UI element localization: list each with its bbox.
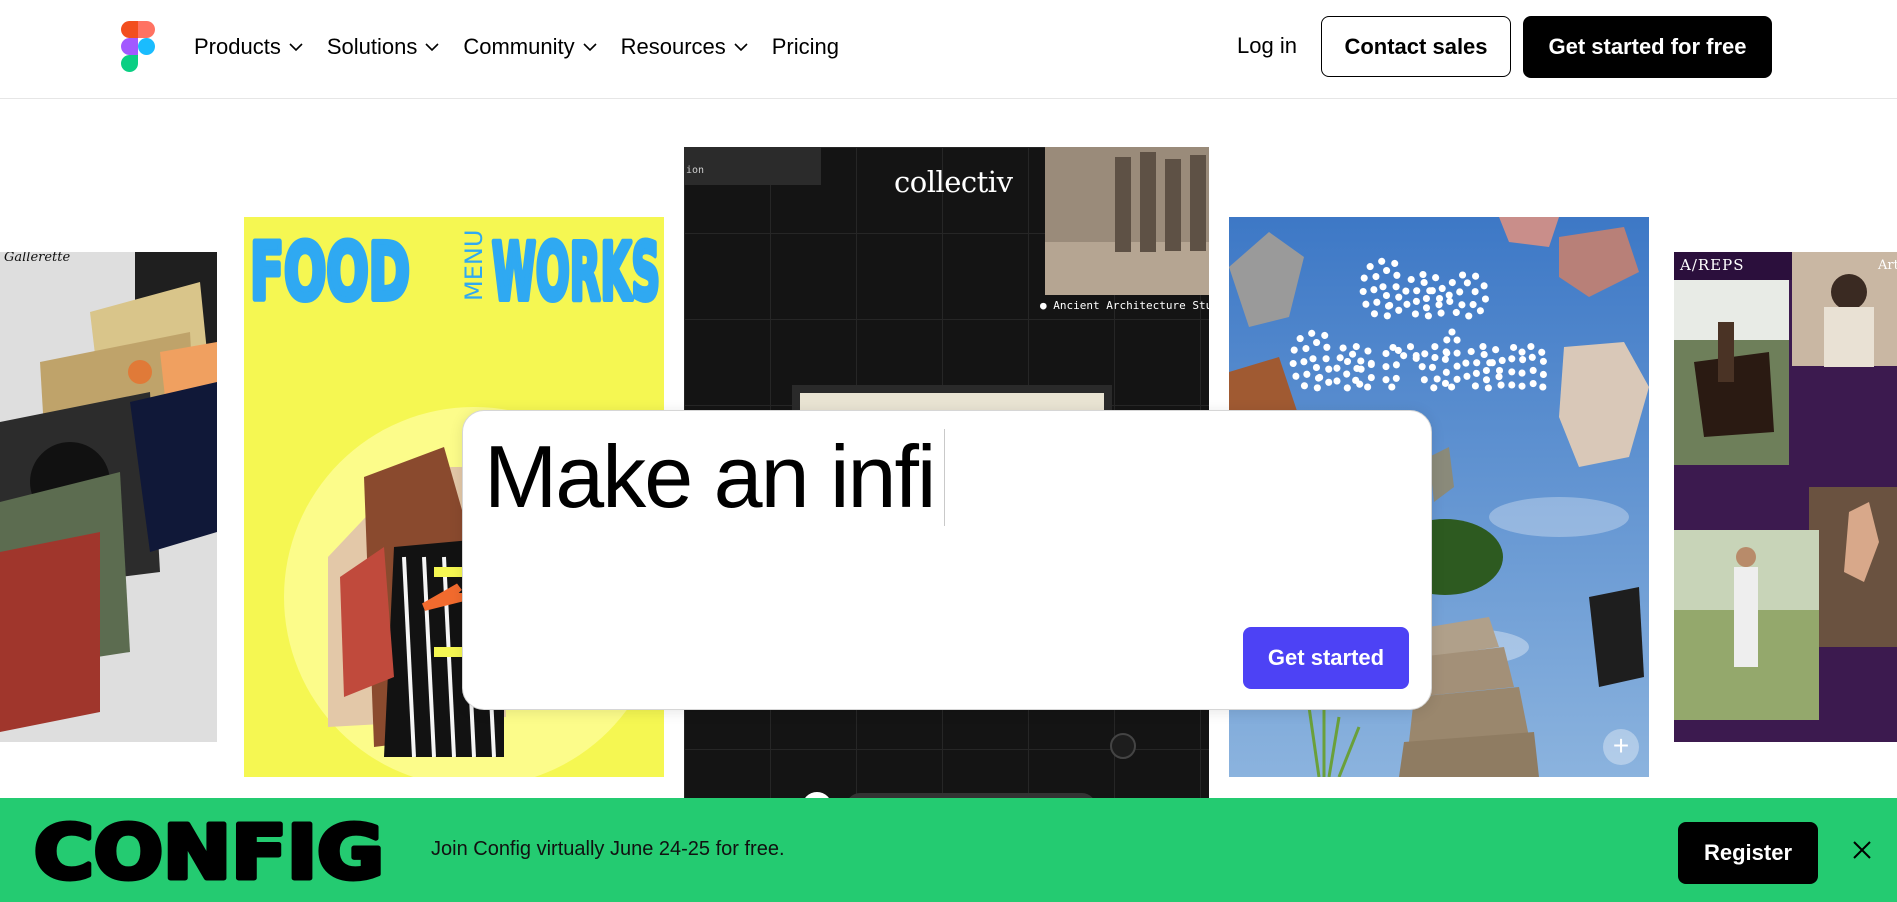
food-word: FOOD (250, 228, 410, 318)
gallery-card[interactable]: Gallerette (0, 252, 217, 742)
reps-label: A/REPS (1680, 256, 1745, 274)
nav-community-label: Community (463, 34, 575, 59)
login-link[interactable]: Log in (1237, 33, 1297, 59)
prompt-box[interactable]: Make an infi Get started (462, 410, 1432, 710)
add-icon[interactable]: + (1603, 729, 1639, 765)
chevron-down-icon (289, 43, 303, 52)
config-banner: CONFIG Join Config virtually June 24-25 … (0, 798, 1897, 902)
nav-links: Products Solutions Community Resources P… (194, 0, 862, 94)
contact-sales-button[interactable]: Contact sales (1321, 16, 1511, 77)
works-word: WORKS (492, 228, 660, 318)
nav-resources-label: Resources (620, 34, 726, 59)
corner-label: ion (686, 165, 705, 176)
nav-community[interactable]: Community (463, 34, 597, 60)
menu-word: MENU (460, 230, 488, 301)
close-icon[interactable] (1852, 840, 1872, 860)
garden-word: Garden (1289, 320, 1549, 404)
config-logo-text: CONFIG (34, 816, 384, 886)
dot-handle[interactable] (1110, 733, 1136, 759)
figma-logo-icon[interactable] (121, 21, 155, 72)
collectiv-title: collectiv (894, 165, 1013, 199)
nav-products[interactable]: Products (194, 34, 304, 60)
register-button[interactable]: Register (1678, 822, 1818, 884)
get-started-free-button[interactable]: Get started for free (1523, 16, 1772, 78)
reps-card[interactable]: A/REPS Art (1674, 252, 1897, 742)
architecture-photo (1045, 147, 1209, 295)
gallery-collage-image (0, 252, 217, 732)
corner-panel: ion (684, 147, 821, 185)
reps-collage (1674, 252, 1897, 742)
art-label: Art (1878, 258, 1897, 273)
gallery-label: Gallerette (4, 252, 71, 265)
top-nav: Products Solutions Community Resources P… (0, 0, 1897, 99)
nav-solutions-label: Solutions (326, 34, 418, 59)
nav-resources[interactable]: Resources (621, 34, 749, 60)
chevron-down-icon (583, 43, 597, 52)
chevron-down-icon (734, 43, 748, 52)
chevron-down-icon (425, 43, 439, 52)
nav-solutions[interactable]: Solutions (327, 34, 441, 60)
prompt-input-text[interactable]: Make an infi (484, 428, 946, 526)
architecture-caption: ● Ancient Architecture Stu (1040, 299, 1209, 312)
nav-products-label: Products (194, 34, 281, 59)
nav-pricing[interactable]: Pricing (772, 34, 839, 60)
config-logo: CONFIG (34, 816, 387, 886)
get-started-button[interactable]: Get started (1243, 627, 1409, 689)
banner-message: Join Config virtually June 24-25 for fre… (431, 838, 785, 860)
nav-pricing-label: Pricing (771, 34, 839, 59)
